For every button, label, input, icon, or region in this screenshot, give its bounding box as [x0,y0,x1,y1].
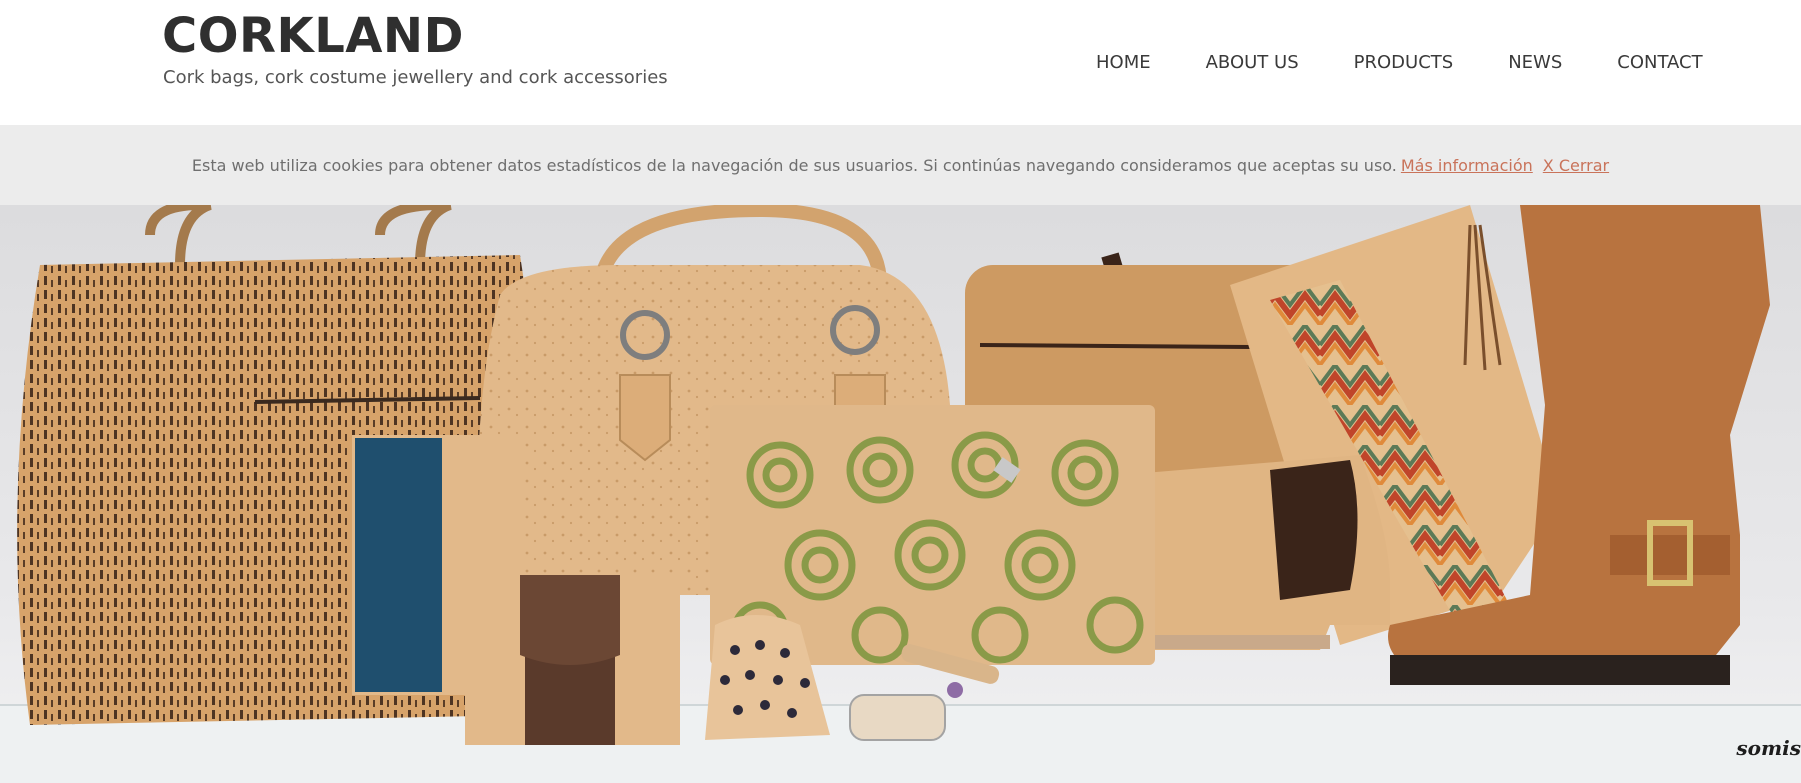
nav-contact[interactable]: CONTACT [1617,52,1702,74]
cookie-close-button[interactable]: X Cerrar [1543,156,1609,175]
site-header: CORKLAND Cork bags, cork costume jewelle… [0,0,1801,125]
cookie-message: Esta web utiliza cookies para obtener da… [191,155,1397,175]
cookie-notice-bar: Esta web utiliza cookies para obtener da… [0,125,1801,205]
nav-about-us[interactable]: ABOUT US [1206,52,1299,74]
nav-products[interactable]: PRODUCTS [1354,52,1454,74]
main-navigation: HOME ABOUT US PRODUCTS NEWS CONTACT [1096,52,1703,74]
hero-product-illustration: somis [0,205,1801,783]
photo-watermark: somis [1735,736,1801,760]
hero-banner-image: somis [0,205,1801,783]
brown-strap-purse [465,575,680,745]
site-logo-title[interactable]: CORKLAND [162,6,464,66]
nav-news[interactable]: NEWS [1508,52,1562,74]
cookie-more-info-link[interactable]: Más información [1401,156,1533,175]
nav-home[interactable]: HOME [1096,52,1151,74]
site-tagline: Cork bags, cork costume jewellery and co… [163,67,668,88]
